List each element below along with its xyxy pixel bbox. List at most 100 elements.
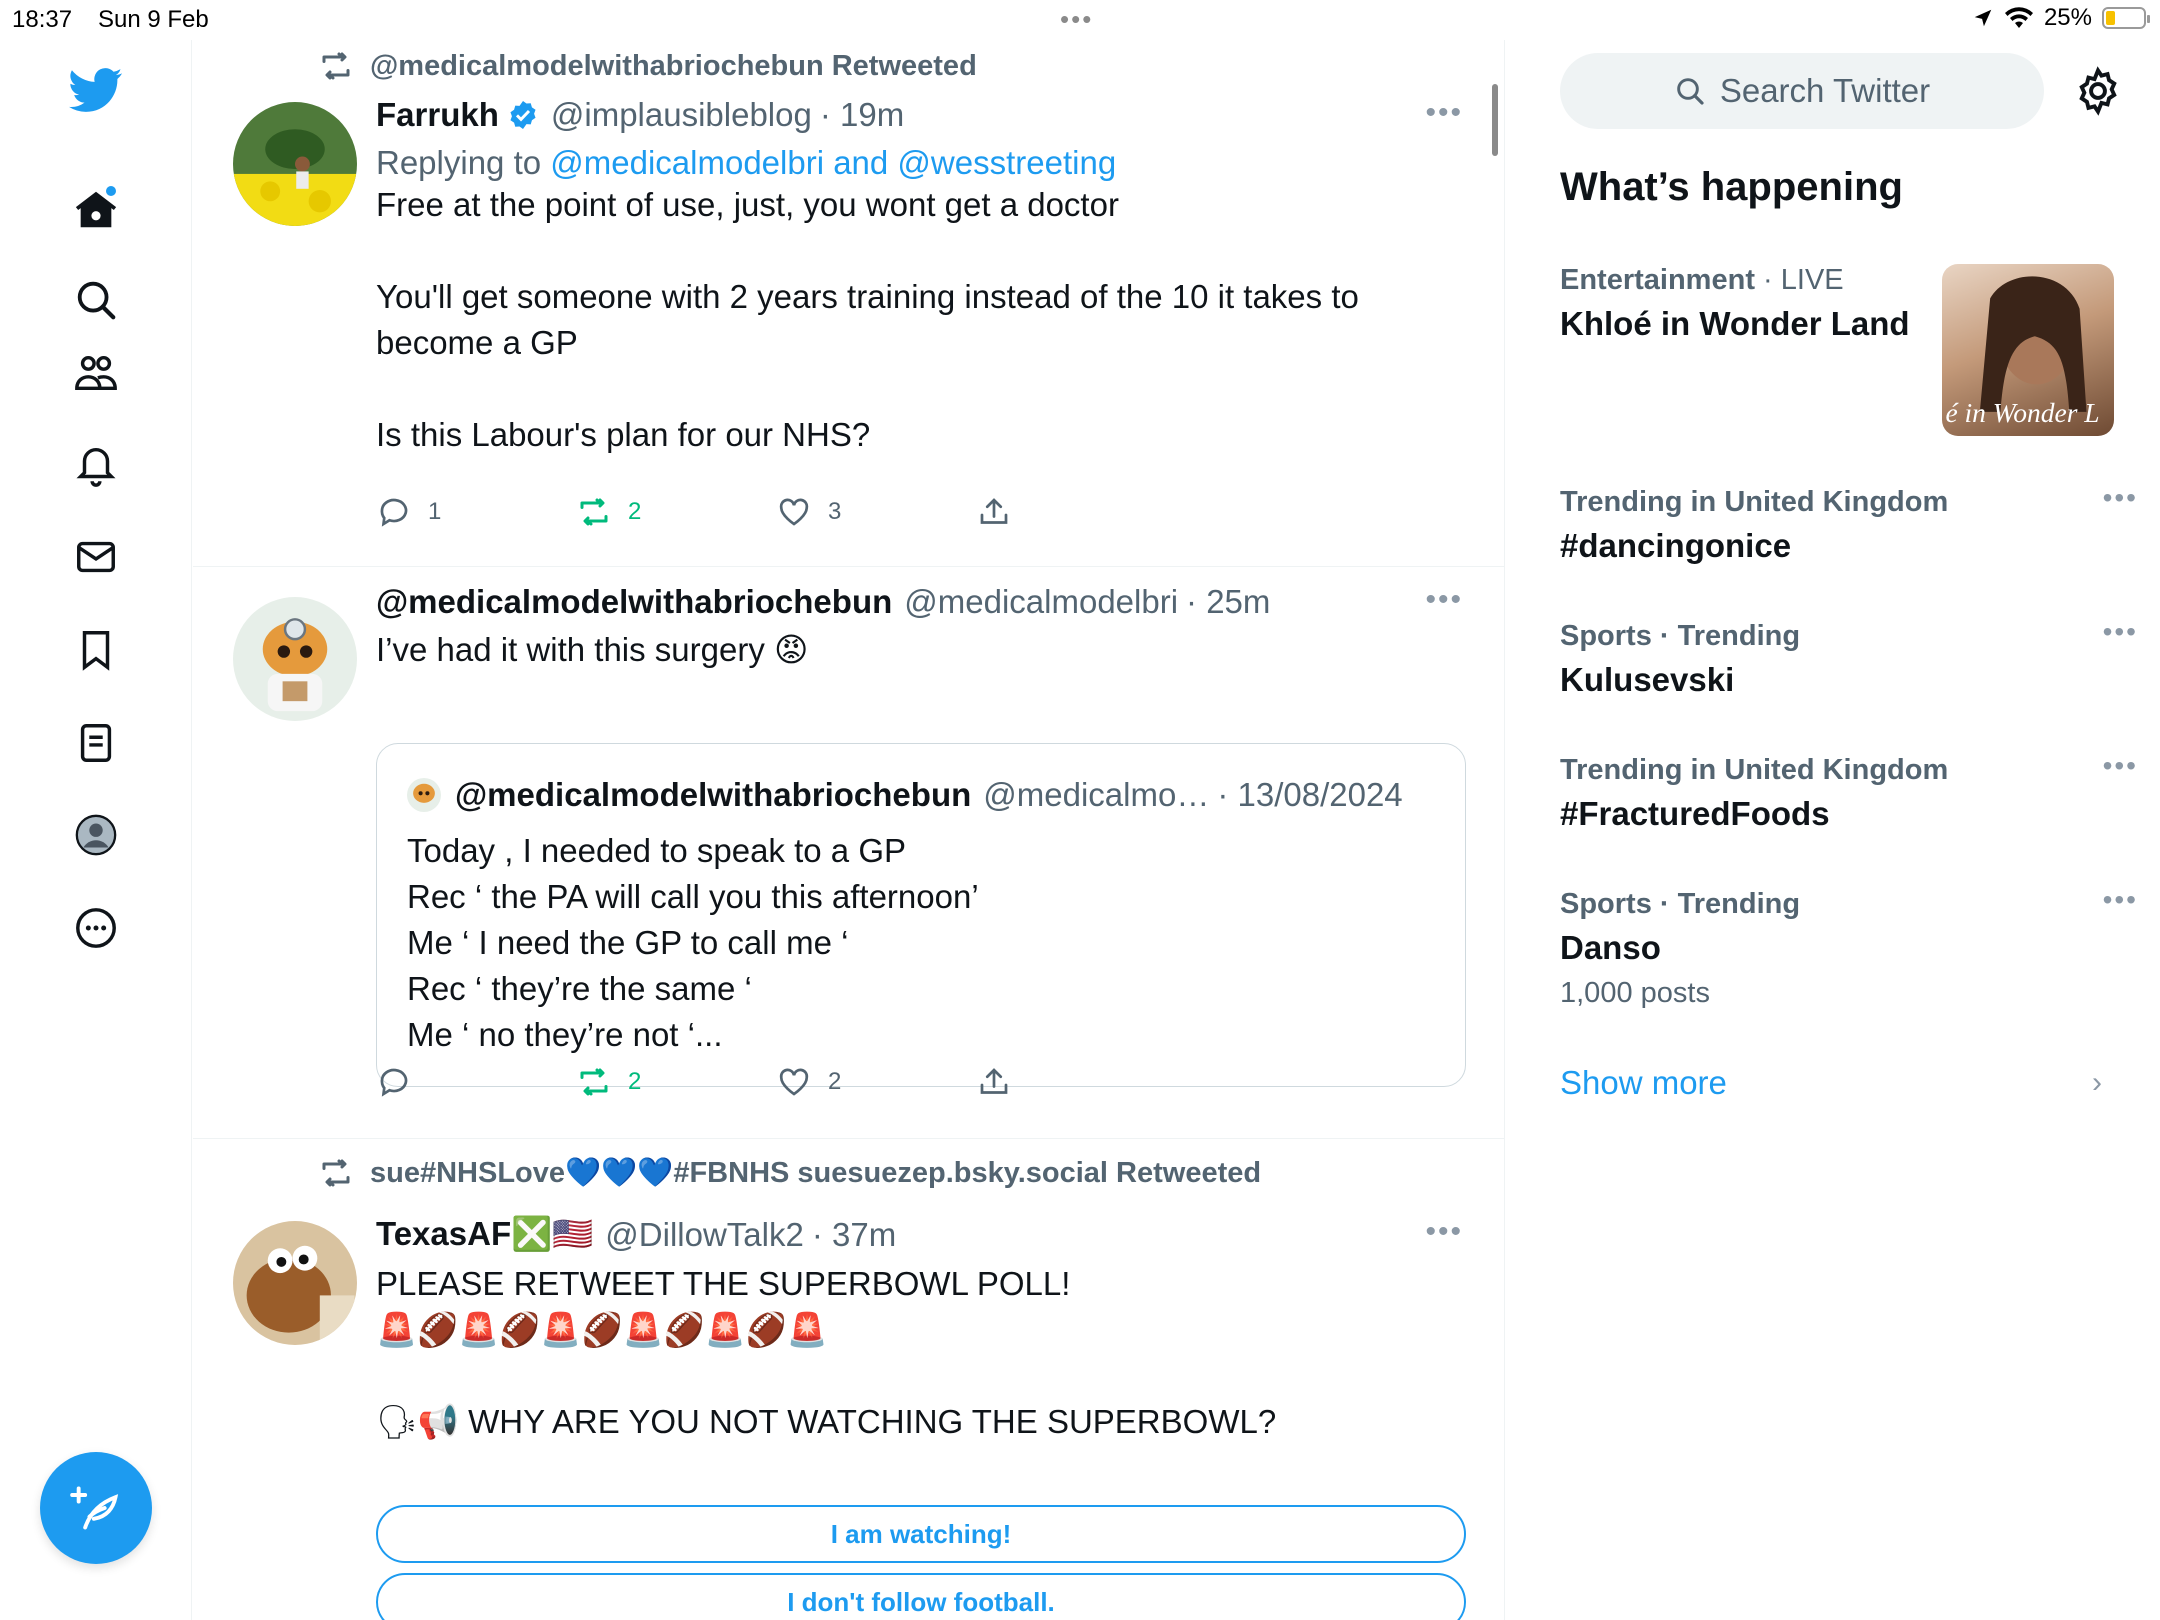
trend-meta: Sports · Trending [1560, 888, 1801, 920]
right-sidebar: Search Twitter What’s happening Entertai… [1506, 40, 2160, 1620]
whats-happening-heading: What’s happening [1560, 165, 1903, 209]
search-bar[interactable]: Search Twitter [1560, 53, 2044, 129]
bookmarks-icon[interactable] [66, 620, 126, 680]
trend-meta: Trending in United Kingdom [1560, 486, 1949, 518]
tweet-more-icon[interactable]: ••• [1425, 96, 1463, 130]
compose-feather-icon [70, 1486, 119, 1530]
reply-button[interactable] [376, 1064, 412, 1100]
trend-more-icon[interactable]: ••• [2103, 884, 2138, 916]
status-time: 18:37 [12, 6, 73, 33]
reply-button[interactable]: 1 [376, 494, 441, 530]
tweet-card[interactable]: @medicalmodelwithabriochebun @medicalmod… [193, 567, 1504, 1139]
heart-icon [779, 498, 809, 526]
author-handle[interactable]: @DillowTalk2 [605, 1216, 804, 1254]
status-bar: 18:37 Sun 9 Feb ••• 25% [0, 0, 2160, 40]
tweet-time[interactable]: · 19m [820, 96, 904, 134]
like-button[interactable]: 2 [776, 1064, 841, 1100]
replying-to: Replying to @medicalmodelbri and @wesstr… [376, 144, 1116, 182]
home-notification-dot [106, 186, 116, 196]
battery-level-fill [2106, 11, 2115, 25]
status-right: 25% [1972, 4, 2150, 32]
tweet-time[interactable]: · 37m [812, 1216, 896, 1254]
retweeted-by-line: sue#NHSLove💙💙💙#FBNHS suesuezep.bsky.soci… [318, 1155, 1261, 1191]
retweet-count: 2 [628, 498, 642, 525]
tweet-header: Farrukh @implausibleblog · 19m [376, 96, 904, 134]
search-icon [1677, 78, 1704, 105]
profile-avatar-icon[interactable] [66, 805, 126, 865]
trend-thumbnail[interactable]: é in Wonder L [1942, 264, 2114, 436]
retweet-button[interactable]: 2 [576, 494, 641, 530]
avatar[interactable] [233, 102, 357, 226]
retweet-button[interactable]: 2 [576, 1064, 641, 1100]
messages-envelope-icon[interactable] [66, 527, 126, 587]
multitasking-dots[interactable]: ••• [1060, 4, 1093, 35]
quoted-tweet-header: @medicalmodelwithabriochebun @medicalmo…… [407, 776, 1403, 814]
trend-more-icon[interactable]: ••• [2103, 616, 2138, 648]
chevron-right-icon: › [2092, 1066, 2102, 1099]
tweet-card[interactable]: @medicalmodelwithabriochebun Retweeted F… [193, 40, 1504, 567]
quoted-author-name[interactable]: @medicalmodelwithabriochebun [455, 776, 971, 814]
more-options-icon[interactable] [66, 898, 126, 958]
verified-badge-icon [510, 101, 536, 129]
retweet-count: 2 [628, 1068, 642, 1095]
replying-to-users[interactable]: @medicalmodelbri and @wesstreeting [550, 144, 1116, 181]
author-name[interactable]: Farrukh [376, 96, 499, 134]
retweet-small-icon [322, 1159, 350, 1187]
communities-icon[interactable] [66, 343, 126, 403]
author-handle[interactable]: @implausibleblog [551, 96, 812, 134]
retweet-icon [580, 1068, 608, 1096]
tweet-time[interactable]: · 25m [1186, 583, 1270, 621]
author-name[interactable]: @medicalmodelwithabriochebun [376, 583, 892, 621]
quoted-tweet-text: Today , I needed to speak to a GP Rec ‘ … [407, 832, 979, 1053]
trend-title: #dancingonice [1560, 527, 1792, 564]
tweet-more-icon[interactable]: ••• [1425, 583, 1463, 617]
reply-icon [380, 498, 408, 527]
settings-gear-icon[interactable] [2072, 65, 2124, 117]
show-more-link[interactable]: Show more [1560, 1064, 1727, 1102]
tweet-header: TexasAF❎🇺🇸 @DillowTalk2 · 37m [376, 1215, 896, 1254]
heart-icon [779, 1068, 809, 1096]
tweet-actions: 1 2 3 [376, 494, 1226, 534]
tweet-card[interactable]: sue#NHSLove💙💙💙#FBNHS suesuezep.bsky.soci… [193, 1139, 1504, 1620]
wifi-icon [2004, 7, 2033, 29]
share-button[interactable] [976, 1064, 1012, 1100]
lists-icon[interactable] [66, 713, 126, 773]
tweet-more-icon[interactable]: ••• [1425, 1215, 1463, 1249]
share-button[interactable] [976, 494, 1012, 530]
tweet-text: PLEASE RETWEET THE SUPERBOWL POLL! 🚨🏈🚨🏈🚨… [376, 1265, 1277, 1440]
like-count: 2 [828, 1068, 842, 1095]
notifications-bell-icon[interactable] [66, 435, 126, 495]
retweet-small-icon [322, 52, 350, 80]
reply-count: 1 [428, 498, 442, 525]
timeline-feed[interactable]: @medicalmodelwithabriochebun Retweeted F… [193, 40, 1505, 1620]
battery-percent: 25% [2043, 4, 2092, 31]
trend-title: Kulusevski [1560, 661, 1735, 698]
home-icon[interactable] [66, 180, 126, 240]
compose-tweet-button[interactable] [40, 1452, 152, 1564]
trend-more-icon[interactable]: ••• [2103, 750, 2138, 782]
trend-item[interactable]: Sports · Trending Danso 1,000 posts ••• [1560, 884, 2136, 1010]
explore-search-icon[interactable] [66, 270, 126, 330]
reply-icon [380, 1068, 408, 1097]
retweeted-by-text: @medicalmodelwithabriochebun Retweeted [370, 49, 977, 82]
tweet-text: Free at the point of use, just, you wont… [376, 186, 1359, 453]
avatar[interactable] [233, 597, 357, 721]
trend-item[interactable]: Trending in United Kingdom #FracturedFoo… [1560, 750, 2136, 833]
share-icon [980, 498, 1008, 524]
tweet-text: I’ve had it with this surgery 😡 [376, 631, 809, 668]
poll-option-button[interactable]: I don't follow football. [376, 1573, 1466, 1620]
trend-item[interactable]: Trending in United Kingdom #dancingonice… [1560, 482, 2136, 565]
author-name[interactable]: TexasAF❎🇺🇸 [376, 1215, 593, 1254]
trend-item[interactable]: Sports · Trending Kulusevski ••• [1560, 616, 2136, 699]
quoted-author-handle[interactable]: @medicalmo… [983, 776, 1209, 814]
twitter-logo-icon[interactable] [66, 60, 126, 120]
quoted-tweet[interactable]: @medicalmodelwithabriochebun @medicalmo…… [376, 743, 1466, 1087]
poll-option-button[interactable]: I am watching! [376, 1505, 1466, 1563]
retweet-icon [580, 498, 608, 526]
battery-icon [2102, 7, 2150, 29]
author-handle[interactable]: @medicalmodelbri [904, 583, 1178, 621]
trend-more-icon[interactable]: ••• [2103, 482, 2138, 514]
location-icon [1974, 9, 1992, 27]
avatar[interactable] [233, 1221, 357, 1345]
like-button[interactable]: 3 [776, 494, 841, 530]
